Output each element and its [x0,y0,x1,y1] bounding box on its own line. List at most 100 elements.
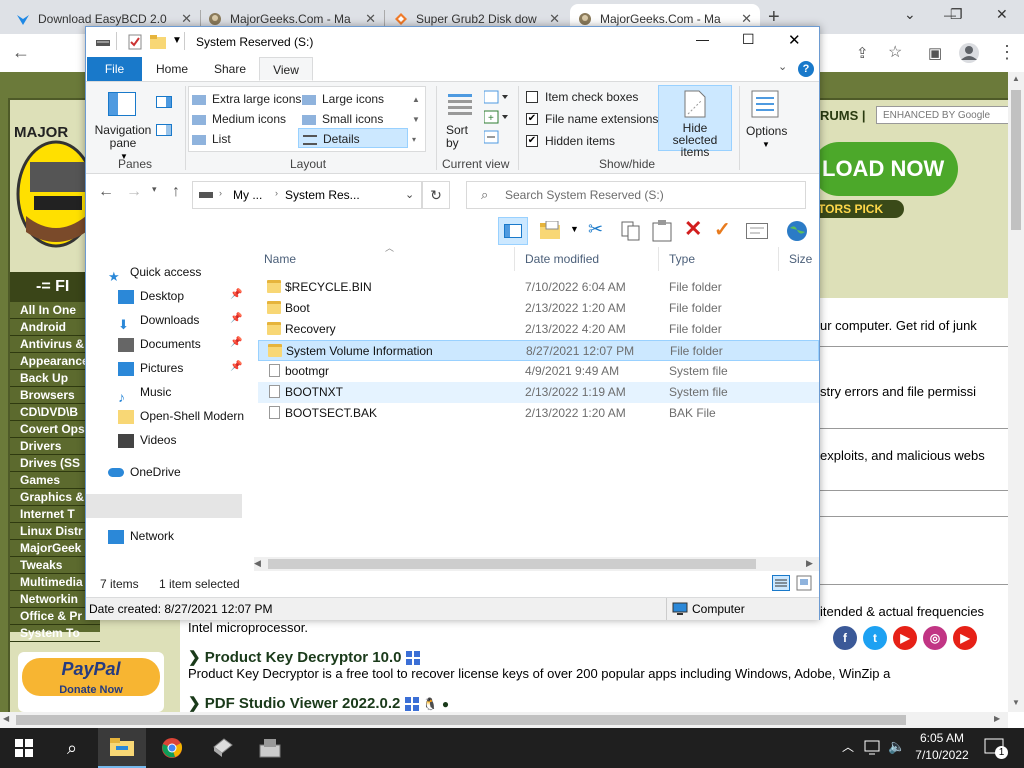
layout-extra-large-icons[interactable]: Extra large icons [192,92,301,106]
download-now-button[interactable]: LOAD NOW [812,142,958,196]
refresh-button[interactable]: ↻ [422,181,450,209]
tab-share[interactable]: Share [204,57,256,81]
item-check-boxes-checkbox[interactable] [526,91,538,103]
add-columns-icon[interactable]: + [484,110,510,124]
file-row[interactable]: Recovery 2/13/2022 4:20 AM File folder [258,319,819,340]
options-button[interactable]: Options [746,124,787,138]
recent-locations-icon[interactable]: ▾ [152,184,157,195]
file-row[interactable]: System Volume Information 8/27/2021 12:07… [258,340,819,361]
breadcrumb-current[interactable]: System Res... [285,188,360,202]
nav-item-documents[interactable]: Documents [118,333,201,355]
scroll-left-icon[interactable]: ◀ [254,558,261,569]
column-header-date[interactable]: Date modified [515,247,659,271]
sort-by-button[interactable]: Sort by [446,124,468,150]
chevron-down-icon[interactable]: ▼ [570,224,579,234]
scroll-right-icon[interactable]: ▶ [806,558,813,569]
scroll-up-icon[interactable]: ▲ [1012,74,1020,83]
nav-item-videos[interactable]: Videos [118,429,176,451]
layout-medium-icons[interactable]: Medium icons [192,112,286,126]
page-vertical-scrollbar[interactable]: ▲ ▼ [1008,72,1024,712]
file-row[interactable]: $RECYCLE.BIN 7/10/2022 6:04 AM File folder [258,277,819,298]
forward-arrow-icon[interactable]: → [126,183,142,201]
nav-item-open-shell-modern[interactable]: Open-Shell Modern [118,405,244,427]
product-title-link[interactable]: ❯ Product Key Decryptor 10.0 [188,648,420,666]
address-bar[interactable]: › My ... › System Res... ⌄ [192,181,422,209]
nav-item-quick-access[interactable]: ★ Quick access [108,261,201,284]
nav-item-network[interactable]: Network [108,525,174,547]
explorer-minimize-button[interactable]: — [696,32,709,47]
scroll-thumb[interactable] [268,559,756,569]
tab-close-icon[interactable]: ✕ [365,11,376,27]
bookmark-star-icon[interactable]: ☆ [888,42,902,62]
search-box[interactable]: ⌕ Search System Reserved (S:) [466,181,806,209]
explorer-title-bar[interactable]: ▼ System Reserved (S:) — ☐ ✕ [86,27,819,57]
cut-scissors-icon[interactable]: ✂ [588,219,603,240]
site-search-input[interactable]: ENHANCED BY Google [876,106,1010,124]
show-hidden-icons[interactable]: ︿ [842,738,854,755]
youtube-alt-icon[interactable]: ▶ [953,626,977,650]
browser-menu-icon[interactable]: ⋮ [998,42,1016,63]
column-header-type[interactable]: Type [659,247,779,271]
help-icon[interactable]: ? [798,61,814,77]
taskbar-chrome[interactable] [148,728,196,768]
taskbar-app-1[interactable] [198,728,246,768]
taskbar-app-2[interactable] [246,728,294,768]
nav-item-desktop[interactable]: Desktop [118,285,184,307]
details-view-icon[interactable] [772,575,790,591]
column-header-name[interactable]: Name [254,247,515,271]
explorer-maximize-button[interactable]: ☐ [742,31,755,48]
scroll-down-icon[interactable]: ▼ [1012,698,1020,707]
nav-item-downloads[interactable]: ⬇ Downloads [118,309,199,332]
qat-dropdown-icon[interactable]: ▼ [172,35,182,46]
layout-details-selected[interactable]: Details [298,128,408,148]
nav-item-onedrive[interactable]: OneDrive [108,461,181,483]
youtube-icon[interactable]: ▶ [893,626,917,650]
taskbar-clock[interactable]: 6:05 AM 7/10/2022 [908,730,976,764]
back-arrow-icon[interactable]: ← [12,42,30,63]
search-icon[interactable]: ⌕ [48,728,96,768]
navigation-pane-button[interactable]: Navigation pane [94,124,152,150]
product-title-link[interactable]: ❯ PDF Studio Viewer 2022.0.2 🐧 ● [188,694,449,712]
ribbon-collapse-icon[interactable]: ⌄ [778,60,787,73]
layout-list[interactable]: List [192,132,231,146]
taskbar-file-explorer[interactable] [98,728,146,768]
instagram-icon[interactable]: ◎ [923,626,947,650]
tab-file[interactable]: File [87,57,142,81]
scroll-right-icon[interactable]: ▶ [994,714,1000,723]
details-pane-icon[interactable] [156,124,172,136]
layout-small-icons[interactable]: Small icons [302,112,383,126]
file-row[interactable]: BOOTNXT 2/13/2022 1:19 AM System file [258,382,819,403]
new-folder-icon[interactable] [150,35,166,49]
size-columns-icon[interactable] [484,130,500,144]
tab-search-icon[interactable]: ⌄ [904,6,916,23]
breadcrumb-my-computer[interactable]: My ... [233,188,262,202]
file-row[interactable]: BOOTSECT.BAK 2/13/2022 1:20 AM BAK File [258,403,819,424]
delete-x-icon[interactable]: ✕ [684,216,702,242]
file-row[interactable]: bootmgr 4/9/2021 9:49 AM System file [258,361,819,382]
tab-close-icon[interactable]: ✕ [181,11,192,27]
profile-avatar-icon[interactable] [958,42,980,64]
page-scroll-thumb[interactable] [1011,90,1021,230]
tab-close-icon[interactable]: ✕ [549,11,560,27]
browser-restore-button[interactable]: ❐ [950,6,963,23]
facebook-icon[interactable]: f [833,626,857,650]
share-icon[interactable]: ⇪ [856,44,869,62]
network-status-icon[interactable] [864,740,882,756]
nav-item-music[interactable]: ♪ Music [118,381,171,405]
hide-selected-items-button[interactable]: Hide selected items [658,85,732,158]
address-dropdown-icon[interactable]: ⌄ [405,188,414,201]
file-list-hscrollbar[interactable]: ◀ ▶ [254,557,819,571]
group-by-icon[interactable] [484,90,510,104]
preview-pane-icon[interactable] [156,96,172,108]
side-panel-icon[interactable]: ▣ [928,44,942,62]
up-arrow-icon[interactable]: ↑ [172,183,180,201]
file-name-extensions-checkbox[interactable]: ✔ [526,113,538,125]
layout-scroll-icon[interactable]: ▲ ▼ ▾ [412,90,420,150]
paypal-donate-button[interactable]: PayPal Donate Now [18,652,164,712]
nav-item-pictures[interactable]: Pictures [118,357,183,379]
toggle-nav-pane-button[interactable] [498,217,528,245]
layout-large-icons[interactable]: Large icons [302,92,384,106]
explorer-close-button[interactable]: ✕ [788,31,801,49]
folder-options-icon[interactable] [540,221,560,241]
back-arrow-icon[interactable]: ← [98,183,114,201]
